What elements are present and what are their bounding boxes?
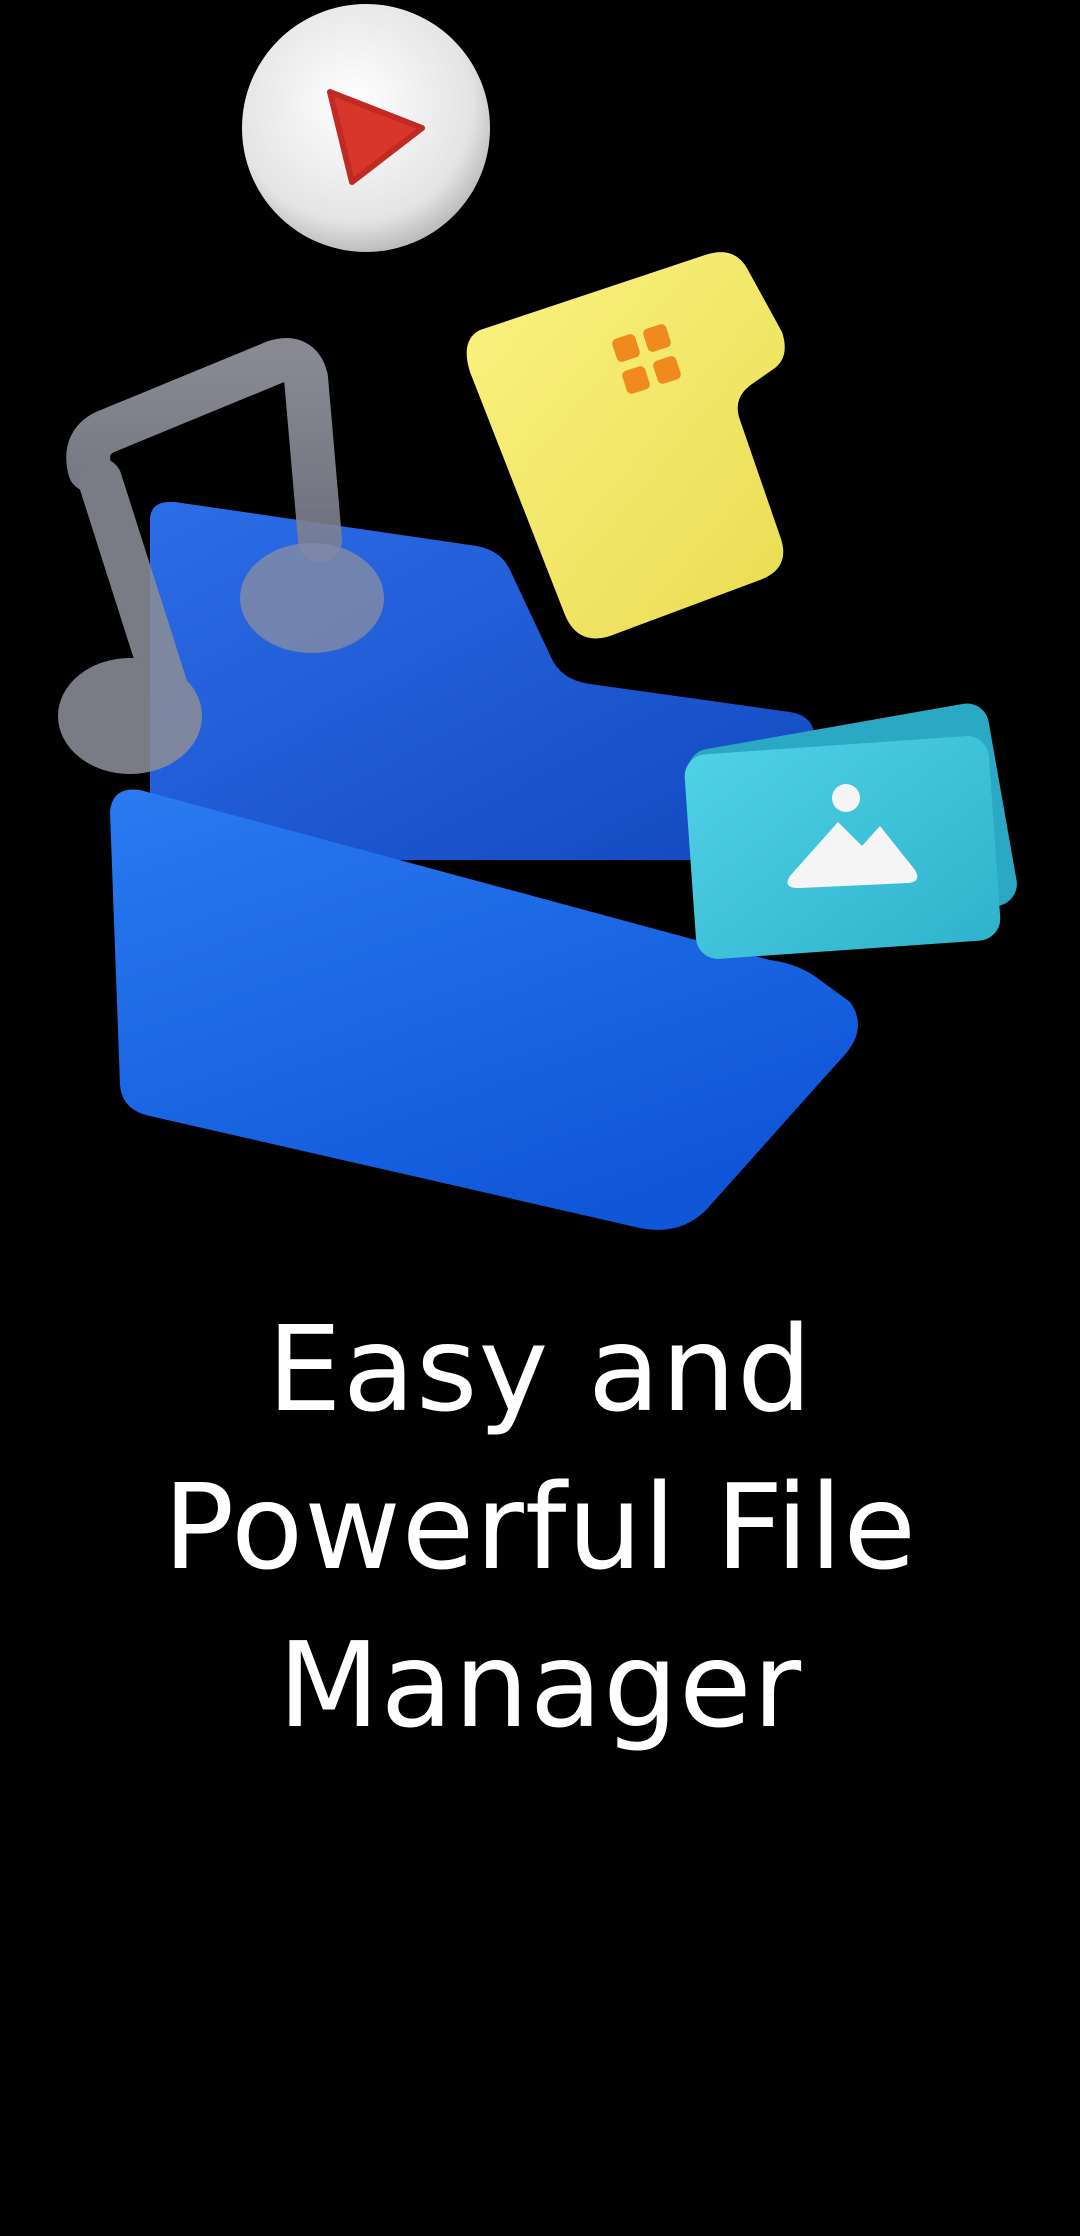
title-line-2: Powerful File	[163, 1458, 917, 1596]
title-line-3: Manager	[277, 1616, 803, 1754]
onboarding-title: Easy and Powerful File Manager	[0, 1290, 1080, 1764]
title-line-1: Easy and	[267, 1300, 813, 1438]
play-icon	[242, 4, 490, 252]
hero-illustration	[0, 0, 1080, 1260]
